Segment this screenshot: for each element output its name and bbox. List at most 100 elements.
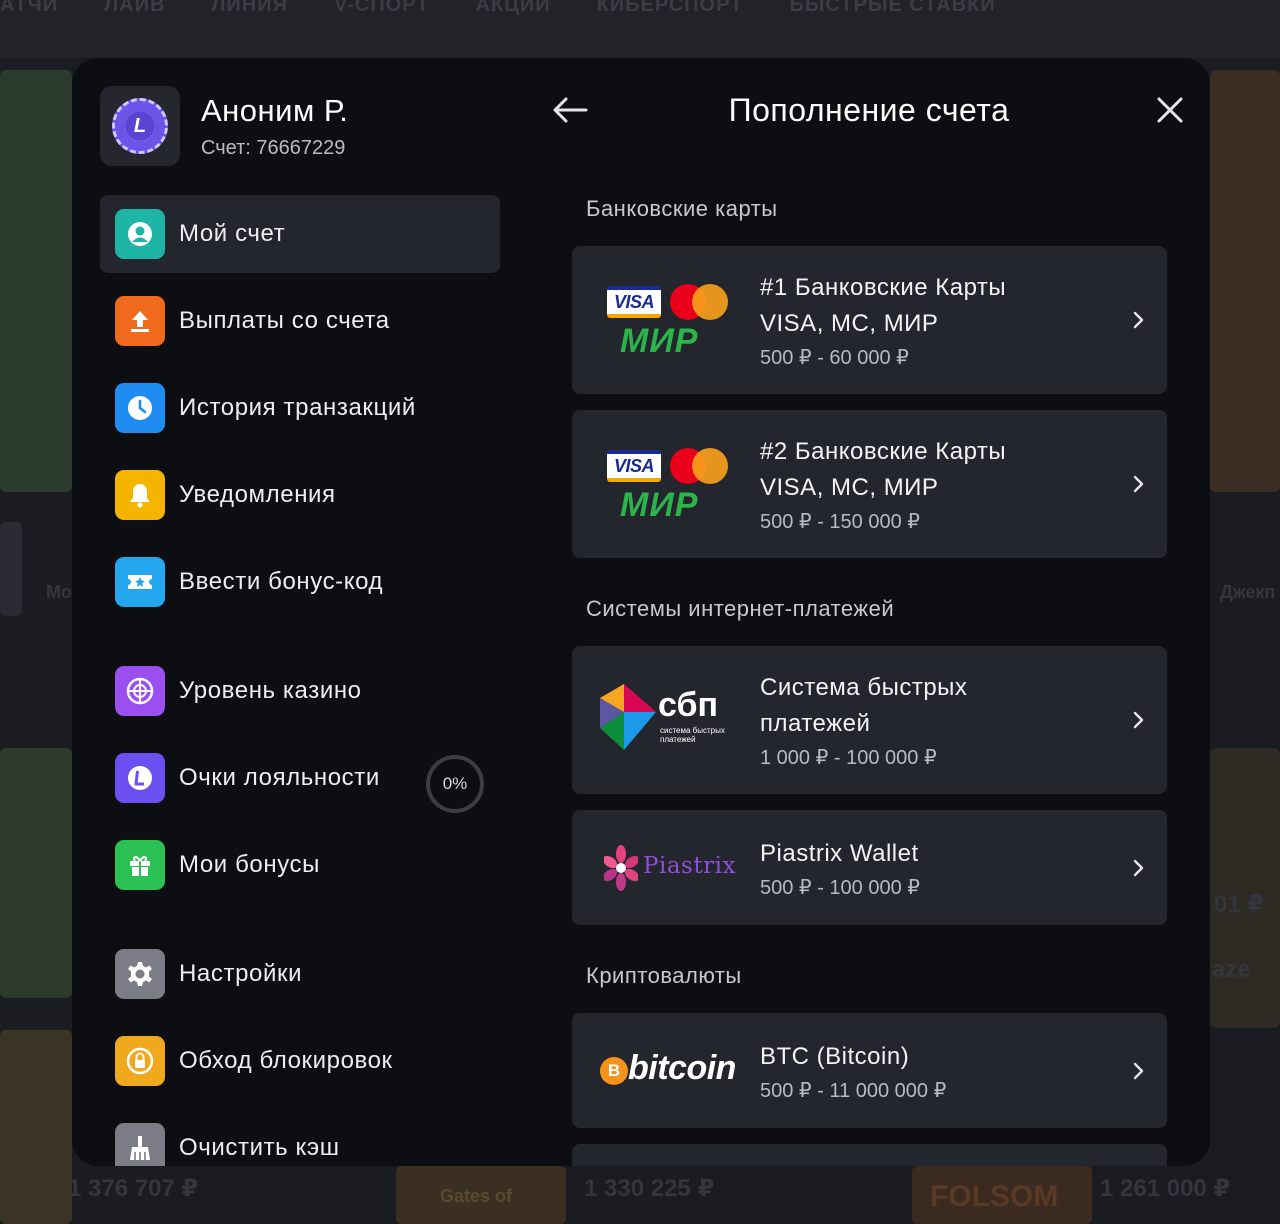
method-limits: 500 ₽ - 150 000 ₽ <box>760 511 920 533</box>
bg-tab-left <box>0 522 22 616</box>
payment-method-card[interactable]: сбп система быстрых платежей Система быс… <box>572 646 1167 794</box>
menu-item-loyalty-points[interactable]: Очки лояльности 0% <box>100 739 500 817</box>
payment-method-card[interactable]: B bitcoin BTC (Bitcoin) 500 ₽ - 11 000 0… <box>572 1013 1167 1128</box>
menu-item-bonus-code[interactable]: Ввести бонус-код <box>100 543 500 621</box>
menu-item-my-bonuses[interactable]: Мои бонусы <box>100 826 500 904</box>
sbp-logo: сбп система быстрых платежей <box>572 646 750 794</box>
bitcoin-wordmark: bitcoin <box>628 1049 736 1087</box>
menu-item-my-account[interactable]: Мой счет <box>100 195 500 273</box>
bg-amount: 01 ₽ <box>1214 891 1265 918</box>
bg-game-label: Gates of <box>440 1186 513 1206</box>
avatar[interactable]: L <box>100 86 180 166</box>
menu-item-payouts[interactable]: Выплаты со счета <box>100 282 500 360</box>
bg-banner-right <box>1210 70 1280 492</box>
avatar-letter: L <box>125 111 155 141</box>
bg-game-left <box>0 748 72 998</box>
loyalty-progress-ring: 0% <box>426 755 484 813</box>
loyalty-badge-icon: L <box>112 98 168 154</box>
gear-icon <box>115 949 165 999</box>
section-title-crypto: Криптовалюты <box>586 963 742 988</box>
piastrix-wordmark: Piastrix <box>643 853 736 879</box>
payment-method-card[interactable]: VISA МИР #1 Банковские Карты VISA, MC, М… <box>572 246 1167 394</box>
menu-label: Мои бонусы <box>179 851 321 878</box>
section-title-internet-payments: Системы интернет-платежей <box>586 596 895 621</box>
menu-label: Обход блокировок <box>179 1047 393 1074</box>
piastrix-logo: Piastrix <box>572 810 750 925</box>
payment-method-card[interactable]: Piastrix Piastrix Wallet 500 ₽ - 100 000… <box>572 810 1167 925</box>
bg-label: Мо <box>46 582 72 602</box>
payment-method-card-partial[interactable] <box>572 1144 1167 1166</box>
menu-item-casino-level[interactable]: Уровень казино <box>100 652 500 730</box>
bg-nav-item: АТЧИ <box>0 0 59 16</box>
clock-icon <box>115 383 165 433</box>
piastrix-flower-icon <box>604 845 638 891</box>
bg-label: Джекп <box>1220 582 1276 602</box>
menu-item-settings[interactable]: Настройки <box>100 935 500 1013</box>
menu-item-transaction-history[interactable]: История транзакций <box>100 369 500 447</box>
chevron-right-icon <box>1111 1061 1167 1081</box>
bg-nav-item: V-СПОРТ <box>334 0 430 16</box>
bg-game-left-2 <box>0 1030 72 1224</box>
menu-label: История транзакций <box>179 394 416 421</box>
close-icon[interactable] <box>1155 95 1185 125</box>
upload-icon <box>115 296 165 346</box>
background-nav: АТЧИ ЛАЙВ ЛИНИЯ V-СПОРТ АКЦИИ КИБЕРСПОРТ… <box>0 0 1280 58</box>
bg-amount: 1 261 000 ₽ <box>1100 1175 1231 1202</box>
gift-icon <box>115 840 165 890</box>
method-title: BTC (Bitcoin) <box>760 1042 910 1070</box>
menu-label: Ввести бонус-код <box>179 568 384 595</box>
panel-title: Пополнение счета <box>728 92 1010 128</box>
menu-label: Уровень казино <box>179 677 362 704</box>
mastercard-logo <box>670 284 728 320</box>
chevron-right-icon <box>1111 310 1167 330</box>
mastercard-logo <box>670 448 728 484</box>
user-name: Аноним Р. <box>201 92 349 128</box>
menu-label: Очки лояльности <box>179 764 380 791</box>
bg-label: aze <box>1212 956 1251 983</box>
account-modal: L Аноним Р. Счет: 76667229 Мой счет Выпл… <box>72 58 1210 1166</box>
method-title: Piastrix Wallet <box>760 839 919 867</box>
bg-nav-item: КИБЕРСПОРТ <box>596 0 744 16</box>
method-subtitle: VISA, MC, МИР <box>760 474 939 501</box>
method-subtitle: платежей <box>760 710 871 737</box>
menu-item-bypass-blocks[interactable]: Обход блокировок <box>100 1022 500 1100</box>
method-title: #1 Банковские Карты <box>760 274 1007 301</box>
method-title: #2 Банковские Карты <box>760 438 1007 465</box>
method-subtitle: VISA, MC, МИР <box>760 310 939 337</box>
method-limits: 500 ₽ - 100 000 ₽ <box>760 876 920 899</box>
method-limits: 500 ₽ - 60 000 ₽ <box>760 347 909 369</box>
roulette-icon <box>115 666 165 716</box>
back-arrow-icon[interactable] <box>550 94 590 126</box>
account-number: Счет: 76667229 <box>201 136 346 159</box>
bell-icon <box>115 470 165 520</box>
sbp-wordmark: сбп <box>658 686 718 724</box>
menu-label: Мой счет <box>179 220 286 247</box>
section-title-bank-cards: Банковские карты <box>586 196 778 221</box>
bg-game-right <box>1210 748 1280 1028</box>
menu-item-notifications[interactable]: Уведомления <box>100 456 500 534</box>
ticket-icon <box>115 557 165 607</box>
visa-logo: VISA <box>607 286 661 318</box>
bg-amount: 1 330 225 ₽ <box>584 1175 715 1202</box>
bg-nav-item: ЛИНИЯ <box>211 0 288 16</box>
method-title: Система быстрых <box>760 674 968 701</box>
chevron-right-icon <box>1111 474 1167 494</box>
menu-item-clear-cache[interactable]: Очистить кэш <box>100 1109 500 1166</box>
payment-method-card[interactable]: VISA МИР #2 Банковские Карты VISA, MC, М… <box>572 410 1167 558</box>
chevron-right-icon <box>1111 858 1167 878</box>
user-icon <box>115 209 165 259</box>
mir-logo: МИР <box>620 322 699 360</box>
menu-label: Уведомления <box>179 481 336 508</box>
visa-mc-mir-logo: VISA МИР <box>572 246 750 394</box>
menu-label: Выплаты со счета <box>179 307 390 334</box>
menu-label: Настройки <box>179 960 303 987</box>
visa-logo: VISA <box>607 450 661 482</box>
bg-nav-item: АКЦИИ <box>475 0 551 16</box>
chevron-right-icon <box>1111 710 1167 730</box>
user-profile: L Аноним Р. Счет: 76667229 <box>100 86 348 166</box>
loyalty-icon <box>115 753 165 803</box>
bitcoin-logo: B bitcoin <box>572 1013 750 1128</box>
bg-amount: 1 376 707 ₽ <box>68 1175 199 1202</box>
bg-nav-item: БЫСТРЫЕ СТАВКИ <box>789 0 996 16</box>
lock-icon <box>115 1036 165 1086</box>
